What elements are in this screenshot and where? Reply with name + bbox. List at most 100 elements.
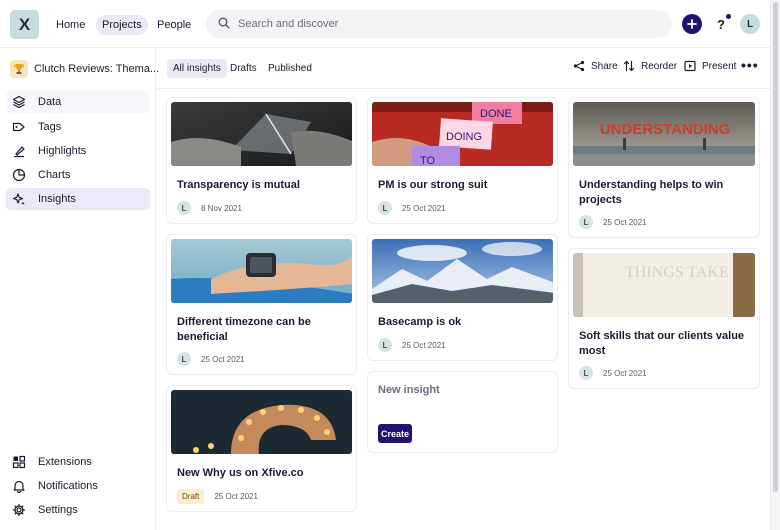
- app-logo[interactable]: X: [10, 10, 39, 39]
- card-date: 25 Oct 2021: [214, 492, 258, 501]
- more-options-icon[interactable]: •••: [741, 58, 759, 72]
- insight-card[interactable]: DONE DOING TO PM is our strong suit L 25…: [367, 97, 558, 224]
- insight-card[interactable]: UNDERSTANDING Understanding helps to win…: [568, 97, 760, 238]
- user-avatar[interactable]: L: [740, 14, 760, 34]
- card-date: 25 Oct 2021: [603, 368, 647, 378]
- insight-card[interactable]: Basecamp is ok L 25 Oct 2021: [367, 234, 558, 361]
- card-meta: L 25 Oct 2021: [177, 352, 245, 366]
- card-meta: L 25 Oct 2021: [579, 366, 647, 380]
- sidebar-item-settings[interactable]: Settings: [6, 499, 150, 521]
- insight-card[interactable]: THINGS TAKE Soft skills that our clients…: [568, 248, 760, 389]
- reorder-button[interactable]: Reorder: [623, 60, 677, 72]
- card-title: Different timezone can be beneficial: [177, 316, 311, 343]
- project-switcher[interactable]: Clutch Reviews: Thema...: [10, 60, 159, 78]
- project-name: Clutch Reviews: Thema...: [34, 63, 160, 75]
- sidebar-item-tags[interactable]: Tags: [6, 116, 150, 138]
- present-label: Present: [702, 60, 737, 72]
- new-insight-card: New insight Create: [367, 371, 558, 453]
- card-image-mountains: [372, 239, 553, 303]
- card-title: Understanding helps to win projects: [579, 179, 724, 206]
- notification-dot: [726, 14, 731, 19]
- author-avatar: L: [177, 201, 191, 215]
- card-title: New Why us on Xfive.co: [177, 467, 304, 479]
- tab-published[interactable]: Published: [262, 59, 318, 78]
- bell-icon: [13, 480, 25, 493]
- reorder-label: Reorder: [641, 60, 678, 72]
- sticky-note-done: DONE: [480, 108, 512, 120]
- reorder-icon: [623, 60, 635, 72]
- trophy-icon: [10, 60, 28, 78]
- new-insight-title: New insight: [378, 384, 440, 396]
- sparkles-icon: [12, 193, 25, 206]
- card-image-understanding-sign: UNDERSTANDING: [573, 102, 755, 166]
- share-label: Share: [591, 60, 618, 72]
- gear-icon: [12, 503, 26, 517]
- card-date: 25 Oct 2021: [402, 340, 446, 350]
- card-meta: L 25 Oct 2021: [378, 338, 446, 352]
- draft-badge: Draft: [177, 489, 205, 504]
- search-bar[interactable]: [206, 10, 672, 38]
- card-meta: L 8 Nov 2021: [177, 201, 242, 215]
- share-button[interactable]: Share: [573, 60, 618, 72]
- tab-all-insights[interactable]: All insights: [167, 59, 227, 78]
- sidebar-item-label: Notifications: [38, 480, 98, 492]
- card-image-smartwatch: [171, 239, 352, 303]
- present-button[interactable]: Present: [684, 60, 736, 72]
- create-button[interactable]: Create: [378, 424, 412, 443]
- insight-card[interactable]: Different timezone can be beneficial L 2…: [166, 234, 357, 375]
- sticky-note-doing: DOING: [446, 131, 482, 143]
- card-image-hands-glass: [171, 102, 352, 166]
- tag-icon: [12, 122, 25, 132]
- search-input[interactable]: [238, 18, 638, 30]
- sign-text: UNDERSTANDING: [600, 121, 731, 138]
- sticky-note-to: TO: [420, 155, 436, 166]
- sidebar-item-label: Charts: [38, 169, 71, 181]
- sidebar-item-label: Insights: [38, 193, 76, 205]
- present-icon: [684, 60, 696, 72]
- print-line-1: THINGS TAKE: [625, 264, 729, 281]
- author-avatar: L: [177, 352, 191, 366]
- card-date: 25 Oct 2021: [603, 217, 647, 227]
- pie-chart-icon: [12, 168, 26, 182]
- insight-card[interactable]: Transparency is mutual L 8 Nov 2021: [166, 97, 357, 224]
- card-meta: Draft 25 Oct 2021: [177, 489, 258, 504]
- sidebar: Clutch Reviews: Thema... Data Tags Highl…: [0, 48, 159, 530]
- author-avatar: L: [579, 366, 593, 380]
- share-icon: [573, 60, 585, 72]
- sidebar-item-highlights[interactable]: Highlights: [6, 140, 150, 162]
- sidebar-item-label: Data: [38, 96, 62, 108]
- card-image-framed-print: THINGS TAKE: [573, 253, 755, 317]
- author-avatar: L: [378, 201, 392, 215]
- highlighter-icon: [14, 146, 25, 158]
- card-title: Basecamp is ok: [378, 316, 462, 328]
- author-avatar: L: [378, 338, 392, 352]
- nav-home[interactable]: Home: [50, 15, 91, 35]
- insight-card[interactable]: New Why us on Xfive.co Draft 25 Oct 2021: [166, 385, 357, 512]
- card-title: PM is our strong suit: [378, 179, 488, 191]
- top-bar: X Home Projects People ? L: [0, 0, 770, 48]
- card-image-sticky-notes: DONE DOING TO: [372, 102, 553, 166]
- author-avatar: L: [579, 215, 593, 229]
- insights-toolbar: All insights Drafts Published Share Reor…: [157, 48, 770, 89]
- card-meta: L 25 Oct 2021: [378, 201, 446, 215]
- sidebar-item-extensions[interactable]: Extensions: [6, 451, 150, 473]
- card-meta: L 25 Oct 2021: [579, 215, 647, 229]
- card-date: 25 Oct 2021: [402, 203, 446, 213]
- sidebar-item-label: Settings: [38, 504, 78, 516]
- layers-icon: [12, 95, 26, 109]
- add-button[interactable]: [682, 14, 702, 34]
- card-title: Soft skills that our clients value most: [579, 330, 745, 357]
- nav-people[interactable]: People: [151, 15, 197, 35]
- sidebar-item-notifications[interactable]: Notifications: [6, 475, 150, 497]
- sidebar-item-charts[interactable]: Charts: [6, 164, 150, 186]
- tab-drafts[interactable]: Drafts: [224, 59, 263, 78]
- page-scrollbar[interactable]: [770, 0, 780, 530]
- card-title: Transparency is mutual: [177, 179, 300, 191]
- sidebar-item-insights[interactable]: Insights: [6, 188, 150, 210]
- scrollbar-thumb[interactable]: [773, 2, 778, 492]
- nav-projects[interactable]: Projects: [96, 15, 148, 35]
- sidebar-item-label: Tags: [38, 121, 62, 133]
- sidebar-item-label: Highlights: [38, 145, 87, 157]
- card-image-marquee-letter: [171, 390, 352, 454]
- sidebar-item-data[interactable]: Data: [6, 91, 150, 113]
